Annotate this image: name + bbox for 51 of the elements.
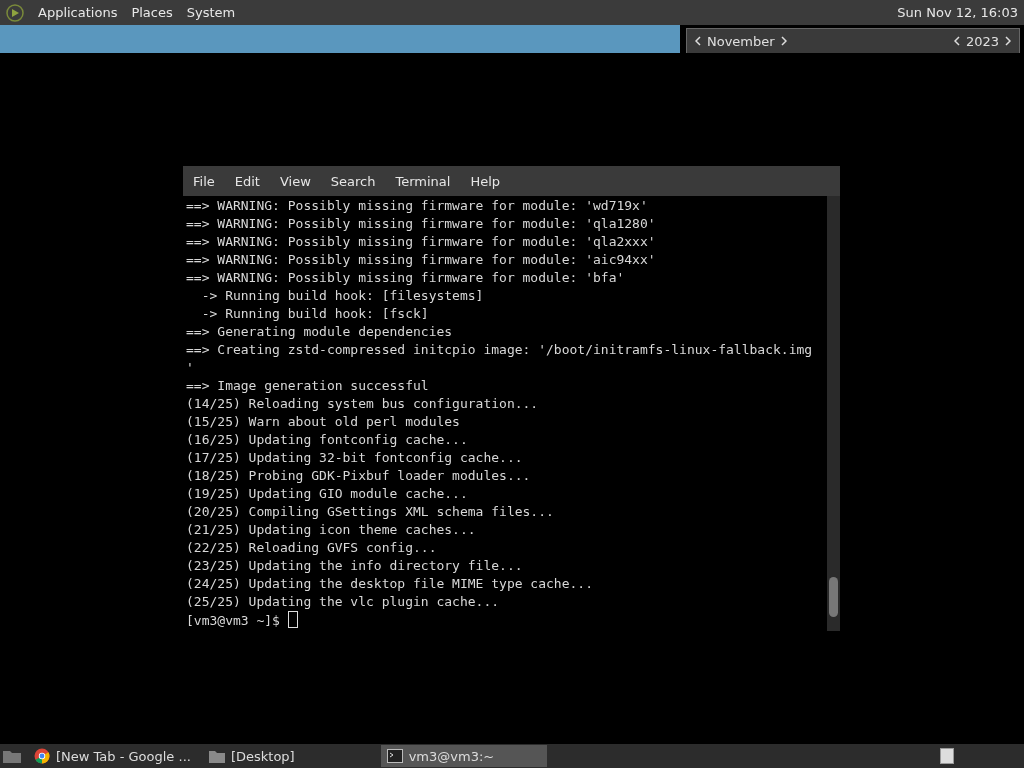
menu-item[interactable]: Edit: [234, 173, 260, 189]
panel-menu[interactable]: System: [186, 5, 236, 20]
logo-icon: [6, 3, 24, 22]
terminal-line: ==> WARNING: Possibly missing firmware for module: 'wd719x': [186, 197, 649, 215]
next-year-button[interactable]: [1005, 36, 1011, 46]
terminal-line: (18/25) Probing GDK-Pixbuf loader modules...: [186, 467, 532, 485]
terminal-line: (15/25) Warn about old perl modules: [186, 413, 461, 431]
terminal-line: -> Running build hook: [fsck]: [200, 305, 430, 323]
previous-month-button[interactable]: [695, 36, 701, 46]
terminal-line: (25/25) Updating the vlc plugin cache...: [186, 593, 501, 611]
previous-year-button[interactable]: [953, 36, 960, 46]
panel-menu[interactable]: Applications: [38, 5, 118, 20]
calendar-month: November: [707, 33, 775, 49]
terminal-line: (19/25) Updating GIO module cache...: [186, 485, 469, 503]
folder-icon: [208, 749, 225, 763]
terminal-line: (17/25) Updating 32-bit fontconfig cache...: [186, 449, 524, 467]
scrollbar[interactable]: [827, 196, 840, 631]
calendar-year: 2023: [965, 33, 999, 49]
show-desktop-icon[interactable]: [2, 748, 22, 764]
terminal-line: (23/25) Updating the info directory file...: [186, 557, 524, 575]
menu-item[interactable]: Search: [330, 173, 376, 189]
terminal-line: ==> WARNING: Possibly missing firmware for module: 'qla2xxx': [186, 233, 657, 251]
cursor: [287, 611, 298, 628]
terminal-line: (21/25) Updating icon theme caches...: [186, 521, 477, 539]
taskbar-item[interactable]: vm3@vm3:~: [380, 745, 547, 767]
terminal-icon: [386, 749, 403, 763]
terminal-line: -> Running build hook: [filesystems]: [200, 287, 485, 305]
menu-item[interactable]: Help: [470, 173, 501, 189]
scroll-thumb[interactable]: [829, 577, 838, 617]
terminal-line: ==> WARNING: Possibly missing firmware for module: 'bfa': [186, 269, 626, 287]
terminal-line: ==> Creating zstd-compressed initcpio image: '/boot/initramfs-linux-fallback.img: [186, 341, 814, 359]
menu-item[interactable]: View: [279, 173, 311, 189]
terminal-line: ': [186, 359, 195, 377]
terminal-line: (24/25) Updating the desktop file MIME type cache...: [186, 575, 594, 593]
terminal-line: ==> Generating module dependencies: [186, 323, 454, 341]
clock[interactable]: Sun Nov 12, 16:03: [897, 5, 1018, 20]
browser-icon: [34, 748, 50, 764]
terminal-line: ==> WARNING: Possibly missing firmware for module: 'qla1280': [186, 215, 657, 233]
terminal-line: (20/25) Compiling GSettings XML schema files...: [186, 503, 555, 521]
terminal-line: ==> WARNING: Possibly missing firmware for module: 'aic94xx': [186, 251, 657, 269]
panel-menu[interactable]: Places: [131, 5, 173, 20]
menu-item[interactable]: File: [193, 173, 215, 189]
taskbar-item[interactable]: [New Tab - Google ...: [28, 745, 197, 767]
next-month-button[interactable]: [780, 36, 787, 46]
terminal-line: ==> Image generation successful: [186, 377, 430, 395]
terminal-line: (14/25) Reloading system bus configuration...: [186, 395, 540, 413]
taskbar-item[interactable]: [Desktop]: [202, 745, 301, 767]
menu-item[interactable]: Terminal: [395, 173, 451, 189]
terminal-line: (22/25) Reloading GVFS config...: [186, 539, 438, 557]
terminal-line: (16/25) Updating fontconfig cache...: [186, 431, 469, 449]
terminal-prompt: [vm3@vm3 ~]$: [186, 613, 280, 628]
